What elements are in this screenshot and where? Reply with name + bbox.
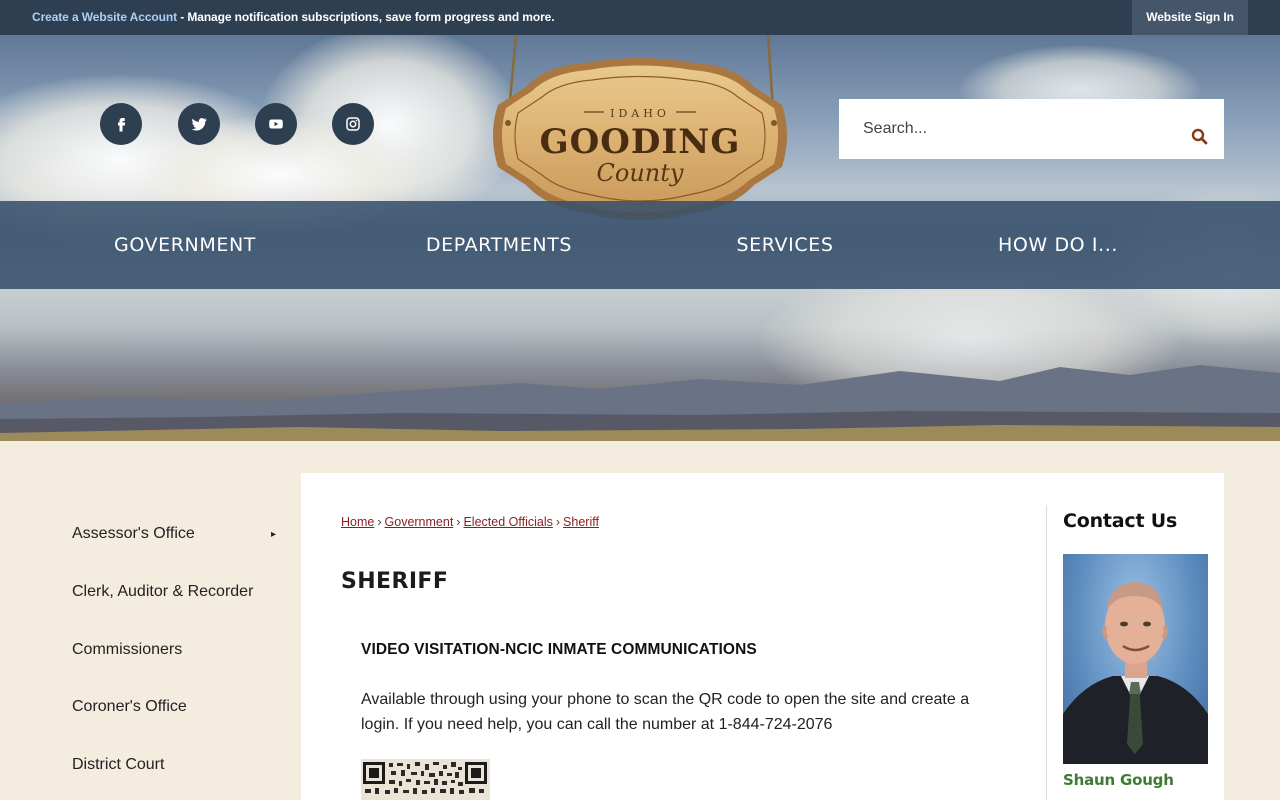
sidebar-divider: [1046, 505, 1047, 800]
nav-government[interactable]: GOVERNMENT: [90, 201, 280, 289]
search-input[interactable]: [839, 99, 1169, 159]
logo-county-text: County: [597, 159, 684, 187]
contact-name-link[interactable]: Shaun Gough: [1063, 771, 1174, 789]
sidebar-item-coroners-office[interactable]: Coroner's Office: [72, 698, 187, 716]
nav-how-do-i[interactable]: HOW DO I...: [980, 201, 1136, 289]
breadcrumb-home[interactable]: Home: [341, 515, 374, 529]
facebook-icon: [118, 118, 126, 132]
breadcrumb-elected-officials[interactable]: Elected Officials: [463, 515, 552, 529]
logo-name-text: GOODING: [540, 122, 741, 162]
nav-services[interactable]: SERVICES: [700, 201, 870, 289]
qr-code-image[interactable]: [361, 759, 490, 800]
instagram-link[interactable]: [332, 103, 374, 145]
create-account-link[interactable]: Create a Website Account: [32, 10, 177, 24]
twitter-icon: [191, 118, 207, 131]
website-sign-in-button[interactable]: Website Sign In: [1132, 0, 1248, 35]
top-bar: Create a Website Account - Manage notifi…: [0, 0, 1280, 35]
facebook-link[interactable]: [100, 103, 142, 145]
main-navigation: GOVERNMENT DEPARTMENTS SERVICES HOW DO I…: [0, 201, 1280, 289]
breadcrumb-separator: ›: [377, 515, 382, 529]
youtube-icon: [269, 119, 283, 129]
breadcrumb-separator: ›: [456, 515, 461, 529]
search-box: [839, 99, 1224, 159]
breadcrumb-government[interactable]: Government: [385, 515, 454, 529]
instagram-icon: [346, 117, 360, 131]
sidebar-item-clerk-auditor-recorder[interactable]: Clerk, Auditor & Recorder: [72, 583, 253, 601]
sidebar-item-commissioners[interactable]: Commissioners: [72, 641, 182, 659]
breadcrumb-sheriff[interactable]: Sheriff: [563, 515, 599, 529]
contact-us-heading: Contact Us: [1063, 510, 1178, 532]
breadcrumb-separator: ›: [555, 515, 561, 529]
breadcrumb: Home › Government › Elected Officials › Sherif…: [341, 515, 599, 529]
search-icon[interactable]: [1190, 127, 1210, 147]
twitter-link[interactable]: [178, 103, 220, 145]
portrait-graphic: [1063, 582, 1208, 764]
nav-departments[interactable]: DEPARTMENTS: [404, 201, 594, 289]
account-message: Create a Website Account - Manage notifi…: [32, 10, 555, 24]
page-title: SHERIFF: [341, 569, 449, 594]
body-paragraph: Available through using your phone to sc…: [361, 691, 970, 733]
mountain-range: [0, 365, 1280, 441]
section-heading: VIDEO VISITATION-NCIC INMATE COMMUNICATI…: [361, 641, 757, 658]
sidebar-item-assessors-office[interactable]: Assessor's Office: [72, 525, 195, 543]
sidebar-item-district-court[interactable]: District Court: [72, 756, 164, 774]
create-account-description: - Manage notification subscriptions, sav…: [176, 10, 555, 24]
submenu-arrow-icon[interactable]: ▸: [271, 529, 276, 540]
qr-code-graphic: [363, 762, 487, 794]
logo-state-text: IDAHO: [610, 107, 670, 120]
youtube-link[interactable]: [255, 103, 297, 145]
main-content: Home › Government › Elected Officials › Sherif…: [301, 473, 1224, 800]
sheriff-photo: [1063, 554, 1208, 764]
